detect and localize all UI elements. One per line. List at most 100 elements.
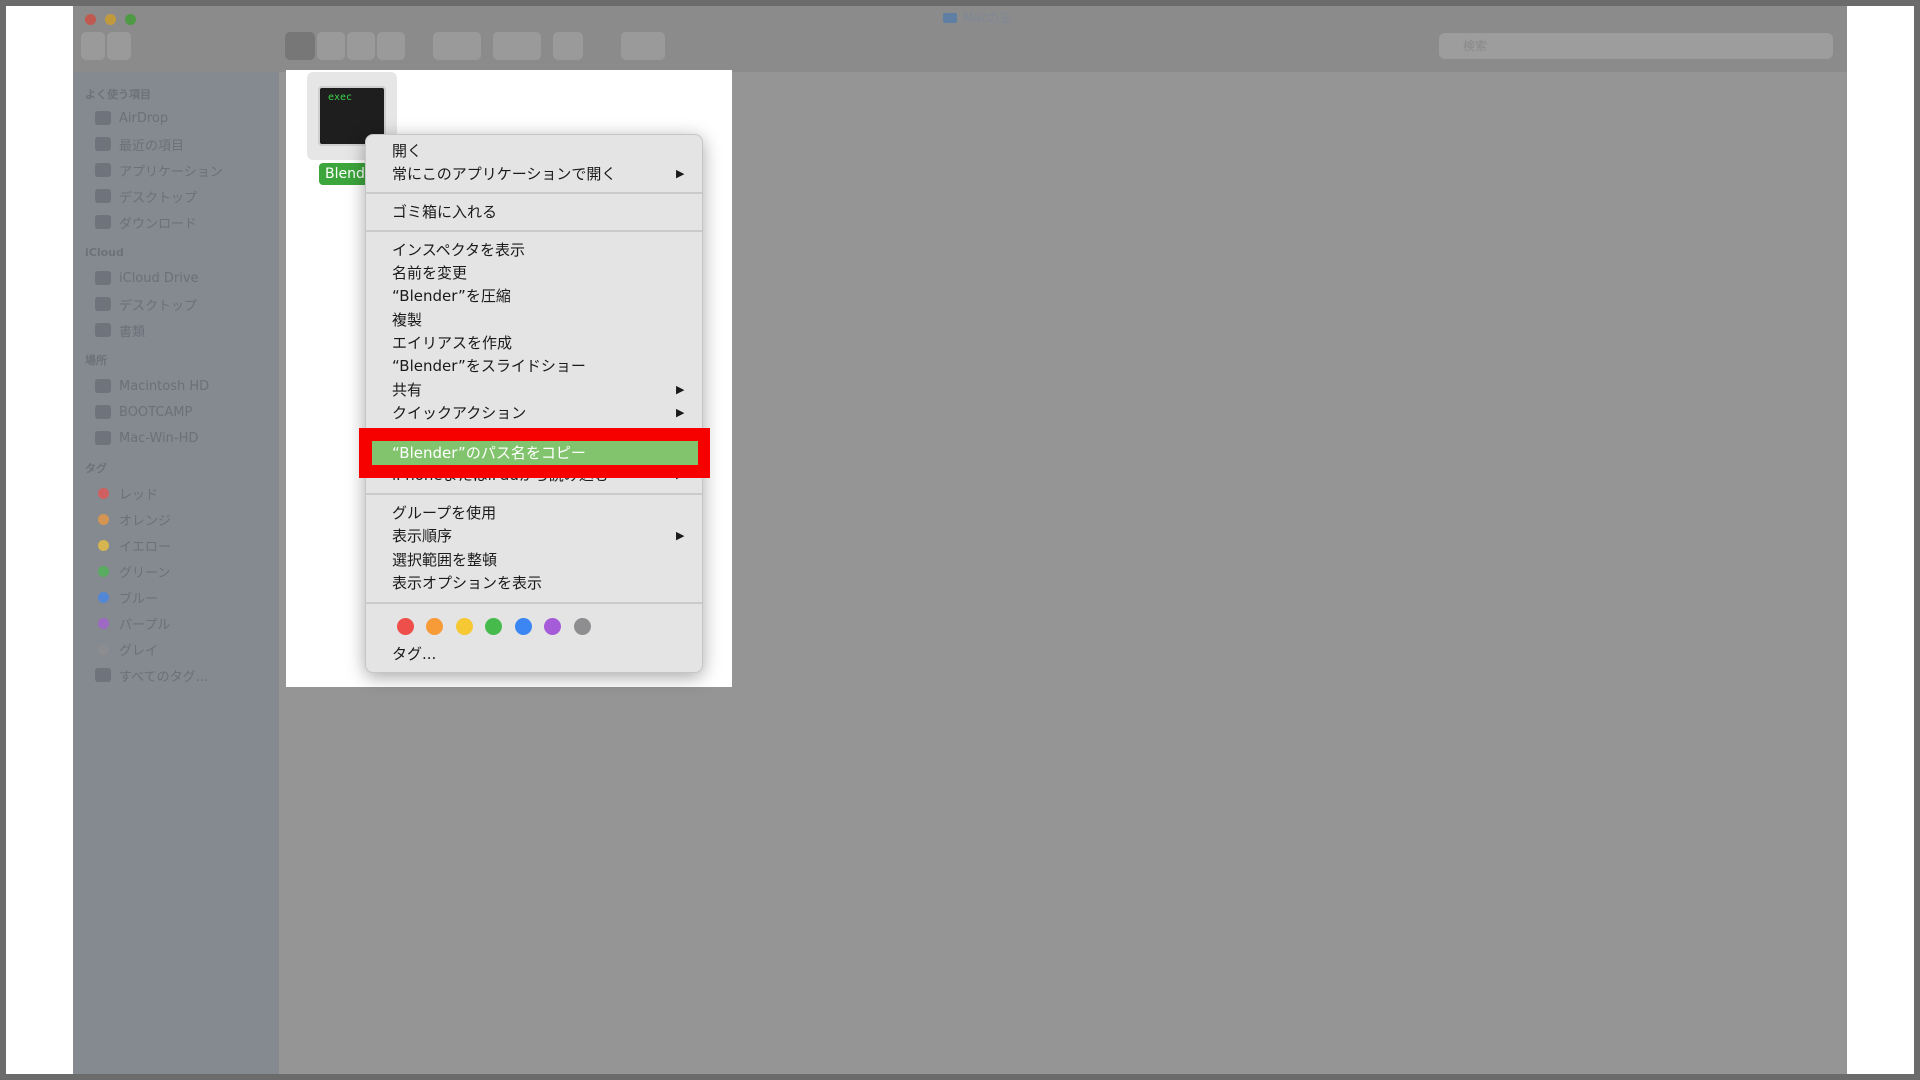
sidebar-item-icon	[95, 405, 111, 419]
tag-color-dot	[98, 487, 109, 499]
tag-orange-dot[interactable]	[426, 618, 443, 635]
minimize-window-button[interactable]	[105, 14, 116, 25]
menu-item-quick-actions[interactable]: クイックアクション	[392, 403, 526, 423]
frame-border-left	[0, 0, 6, 1080]
sidebar-item-label: Mac-Win-HD	[119, 430, 199, 446]
sidebar-item-icon	[95, 297, 111, 311]
forward-button[interactable]	[107, 32, 131, 60]
menu-item-copy-path[interactable]: “Blender”のパス名をコピー	[392, 442, 586, 464]
menu-item-tags[interactable]: タグ...	[392, 644, 436, 664]
zoom-window-button[interactable]	[125, 14, 136, 25]
sidebar-section-label: よく使う項目	[85, 88, 151, 101]
menu-separator	[366, 493, 702, 495]
list-view-button[interactable]	[317, 32, 345, 60]
sidebar-item-icon	[95, 163, 111, 177]
menu-item-duplicate[interactable]: 複製	[392, 310, 422, 330]
group-menu-button[interactable]	[433, 32, 481, 60]
tag-color-dot	[98, 643, 109, 655]
frame-border-bottom	[0, 1074, 1920, 1080]
sidebar-item[interactable]: Macintosh HD	[95, 376, 209, 396]
sidebar-item[interactable]: パープル	[95, 613, 170, 633]
menu-item-clean-up[interactable]: 選択範囲を整頓	[392, 550, 497, 570]
back-button[interactable]	[81, 32, 105, 60]
sidebar-section-label: 場所	[85, 354, 107, 367]
sidebar-item[interactable]: アプリケーション	[95, 160, 223, 180]
menu-item-sort-by[interactable]: 表示順序	[392, 526, 452, 546]
menu-item-move-to-trash[interactable]: ゴミ箱に入れる	[392, 202, 497, 222]
menu-item-rename[interactable]: 名前を変更	[392, 263, 467, 283]
sidebar-item-label: アプリケーション	[119, 164, 223, 180]
sidebar-item[interactable]: レッド	[95, 483, 158, 503]
sidebar: よく使う項目 AirDrop 最近の項目アプリケーション デスクトップ ダウンロード iC…	[73, 72, 279, 1074]
menu-item-make-alias[interactable]: エイリアスを作成	[392, 333, 512, 353]
share-button[interactable]	[553, 32, 583, 60]
menu-item-always-open-with[interactable]: 常にこのアプリケーションで開く	[392, 164, 616, 184]
gallery-view-button[interactable]	[377, 32, 405, 60]
sidebar-item-icon	[95, 189, 111, 203]
sidebar-item[interactable]: イエロー	[95, 535, 171, 555]
menu-item-use-groups[interactable]: グループを使用	[392, 503, 496, 523]
sidebar-item[interactable]: 最近の項目	[95, 134, 184, 154]
menu-item-share[interactable]: 共有	[392, 380, 422, 400]
menu-item-compress[interactable]: “Blender”を圧縮	[392, 286, 511, 306]
sidebar-section-label: タグ	[85, 462, 107, 475]
sidebar-item[interactable]: AirDrop	[95, 108, 168, 128]
tag-blue-dot[interactable]	[515, 618, 532, 635]
sidebar-item-icon	[95, 215, 111, 229]
sidebar-item[interactable]: 書類	[95, 320, 145, 340]
sidebar-item-label: デスクトップ	[119, 190, 198, 206]
menu-item-show-inspector[interactable]: インスペクタを表示	[392, 240, 525, 260]
icon-view-button[interactable]	[285, 32, 315, 60]
sidebar-item-label: イエロー	[119, 539, 171, 555]
sidebar-item[interactable]: グリーン	[95, 561, 170, 581]
sidebar-item-label: グリーン	[119, 565, 171, 581]
sidebar-item-label: 書類	[119, 324, 146, 340]
submenu-arrow-icon: ▶	[676, 383, 685, 396]
exec-label: exec	[328, 92, 353, 103]
tag-yellow-dot[interactable]	[456, 618, 473, 635]
search-field[interactable]: 検索	[1439, 33, 1833, 59]
tag-color-dot	[98, 565, 109, 577]
sidebar-item-label: ダウンロード	[119, 216, 198, 232]
sidebar-item-label: デスクトップ	[119, 298, 198, 314]
sidebar-item-icon	[95, 668, 111, 682]
menu-separator	[366, 602, 702, 604]
sidebar-item[interactable]: グレイ	[95, 639, 158, 659]
sidebar-item[interactable]: BOOTCAMP	[95, 402, 192, 422]
sidebar-item[interactable]: デスクトップ	[95, 186, 197, 206]
tags-button[interactable]	[621, 32, 665, 60]
sidebar-item[interactable]: オレンジ	[95, 509, 171, 529]
menu-item-show-view-options[interactable]: 表示オプションを表示	[392, 573, 542, 593]
sidebar-item-label: AirDrop	[119, 110, 169, 126]
tag-red-dot[interactable]	[397, 618, 414, 635]
sidebar-item[interactable]: すべてのタグ...	[95, 665, 208, 685]
sidebar-item[interactable]: デスクトップ	[95, 294, 197, 314]
tag-color-dot	[98, 539, 109, 551]
menu-item-open[interactable]: 開く	[392, 141, 422, 161]
search-placeholder: 検索	[1463, 39, 1488, 53]
close-window-button[interactable]	[85, 14, 96, 25]
sidebar-item-label: 最近の項目	[119, 138, 185, 154]
sidebar-item-icon	[95, 137, 111, 151]
sidebar-item-icon	[95, 379, 111, 393]
sidebar-item-label: BOOTCAMP	[119, 404, 193, 420]
sidebar-item[interactable]: ダウンロード	[95, 212, 197, 232]
submenu-arrow-icon: ▶	[676, 167, 685, 180]
titlebar: Macの王 検索	[73, 6, 1847, 72]
tag-purple-dot[interactable]	[544, 618, 561, 635]
column-view-button[interactable]	[347, 32, 375, 60]
sidebar-item[interactable]: ブルー	[95, 587, 158, 607]
tag-color-dot	[98, 513, 109, 525]
sidebar-item[interactable]: Mac-Win-HD	[95, 428, 198, 448]
menu-separator	[366, 230, 702, 232]
menu-separator	[366, 192, 702, 194]
sidebar-item-label: グレイ	[119, 643, 159, 659]
tag-green-dot[interactable]	[485, 618, 502, 635]
action-menu-button[interactable]	[493, 32, 541, 60]
tag-gray-dot[interactable]	[574, 618, 591, 635]
context-menu: 開く 常にこのアプリケーションで開く ▶ ゴミ箱に入れる インスペクタを表示 名…	[365, 134, 703, 673]
sidebar-item[interactable]: iCloud Drive	[95, 268, 199, 288]
sidebar-item-label: iCloud Drive	[119, 270, 199, 286]
menu-item-slideshow[interactable]: “Blender”をスライドショー	[392, 356, 586, 376]
submenu-arrow-icon: ▶	[676, 406, 685, 419]
